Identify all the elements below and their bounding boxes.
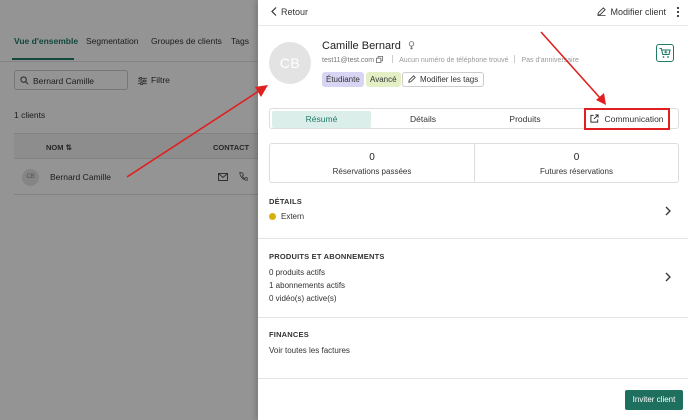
divider — [258, 317, 688, 318]
products-section[interactable]: PRODUITS ET ABONNEMENTS 0 produits actif… — [258, 240, 688, 316]
stat-label: Réservations passées — [332, 167, 412, 176]
tag-badge: Avancé — [366, 72, 401, 87]
details-section[interactable]: DÉTAILS Extern — [258, 188, 688, 236]
divider — [392, 55, 394, 63]
stat-label: Futures réservations — [540, 167, 613, 176]
client-phone: Aucun numéro de téléphone trouvé — [399, 57, 509, 64]
tab-summary[interactable]: Résumé — [272, 111, 371, 128]
client-contact-info: test11@test.com Aucun numéro de téléphone… — [322, 55, 579, 64]
stat-future-reservations: 0 Futures réservations — [474, 144, 678, 182]
products-line: 0 produits actifs — [269, 268, 326, 277]
client-name: Camille Bernard — [322, 40, 415, 52]
invite-client-button[interactable]: Inviter client — [625, 390, 683, 410]
client-drawer: Retour Modifier client CB Camille Bernar… — [258, 0, 688, 420]
products-line: 0 vidéo(s) active(s) — [269, 294, 337, 303]
client-birthday: Pas d'anniversaire — [521, 57, 579, 64]
divider — [258, 378, 688, 379]
tab-details[interactable]: Détails — [373, 111, 473, 128]
cart-icon — [659, 47, 671, 58]
drawer-topbar: Retour Modifier client — [258, 0, 688, 26]
products-line: 1 abonnements actifs — [269, 281, 346, 290]
copy-icon[interactable] — [376, 56, 384, 63]
shopping-cart-button[interactable] — [656, 44, 674, 62]
edit-tags-button[interactable]: Modifier les tags — [402, 72, 485, 87]
chevron-left-icon — [271, 7, 277, 16]
status-dot — [269, 213, 276, 220]
status-line: Extern — [269, 212, 304, 221]
chevron-right-icon[interactable] — [665, 272, 671, 282]
tag-badge: Étudiante — [322, 72, 364, 87]
stat-past-reservations: 0 Réservations passées — [270, 144, 474, 182]
client-email: test11@test.com — [322, 57, 375, 64]
client-list-page: Vue d'ensemble Segmentation Groupes de c… — [0, 0, 258, 420]
section-title: DÉTAILS — [269, 197, 302, 206]
section-title: FINANCES — [269, 330, 309, 339]
view-invoices-link[interactable]: Voir toutes les factures — [269, 346, 350, 355]
back-button[interactable]: Retour — [271, 7, 308, 17]
finances-section: FINANCES Voir toutes les factures — [258, 320, 688, 376]
more-options-icon[interactable] — [676, 6, 680, 18]
edit-client-label: Modifier client — [610, 7, 666, 17]
back-label: Retour — [281, 7, 309, 17]
divider — [514, 55, 516, 63]
stat-value: 0 — [573, 152, 580, 163]
client-avatar: CB — [269, 42, 311, 84]
modal-overlay[interactable] — [0, 0, 258, 420]
edit-client-button[interactable]: Modifier client — [597, 7, 666, 17]
stat-value: 0 — [369, 152, 375, 163]
gender-icon — [408, 41, 415, 50]
pencil-icon — [408, 75, 416, 83]
pencil-icon — [597, 7, 607, 16]
edit-tags-label: Modifier les tags — [420, 75, 479, 84]
divider — [258, 238, 688, 239]
section-title: PRODUITS ET ABONNEMENTS — [269, 252, 385, 261]
reservation-stats: 0 Réservations passées 0 Futures réserva… — [269, 143, 679, 183]
tab-products[interactable]: Produits — [475, 111, 575, 128]
annotation-highlight-box — [584, 108, 670, 130]
chevron-right-icon[interactable] — [665, 206, 671, 216]
